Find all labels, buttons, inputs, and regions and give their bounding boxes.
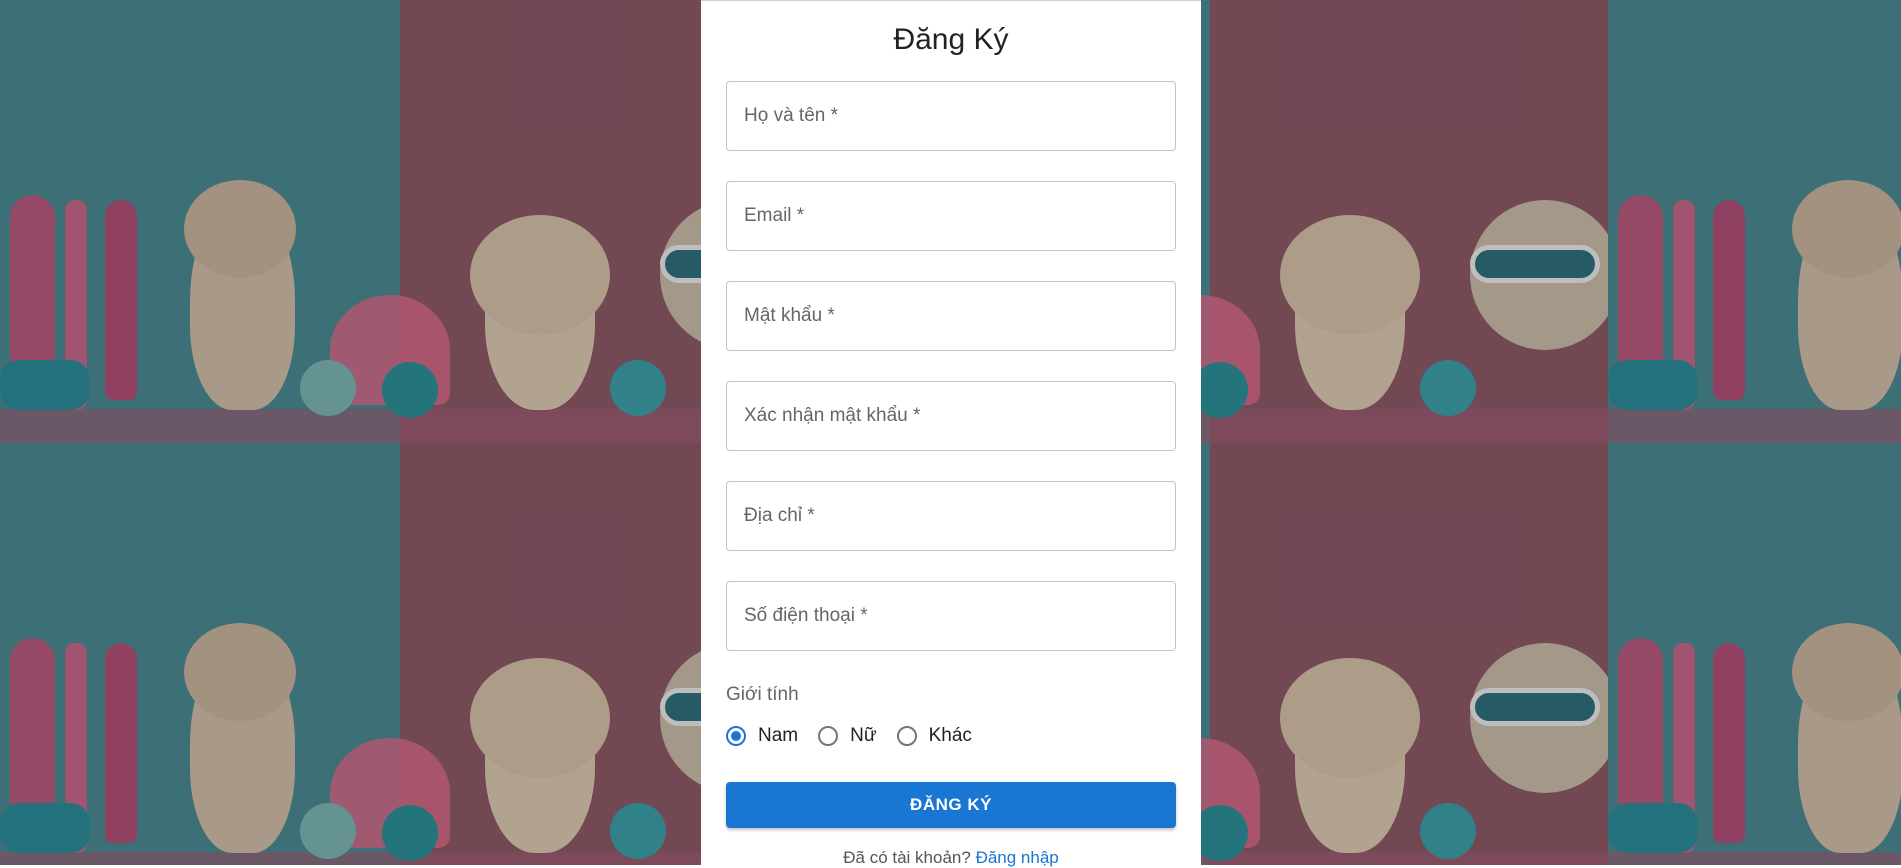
gender-option-male[interactable]: Nam: [726, 725, 798, 747]
full-name-input[interactable]: Họ và tên *: [726, 81, 1176, 151]
phone-label: Số điện thoại *: [744, 605, 868, 626]
password-input[interactable]: Mật khẩu *: [726, 281, 1176, 351]
radio-unchecked-icon[interactable]: [818, 726, 839, 746]
radio-unchecked-icon[interactable]: [896, 726, 917, 746]
radio-checked-icon[interactable]: [726, 726, 746, 746]
gender-option-label: Khác: [928, 725, 972, 746]
confirm-password-input[interactable]: Xác nhận mật khẩu *: [726, 381, 1176, 451]
register-button[interactable]: ĐĂNG KÝ: [726, 782, 1176, 828]
password-label: Mật khẩu *: [744, 305, 835, 326]
full-name-label: Họ và tên *: [744, 105, 838, 126]
gender-option-label: Nam: [758, 725, 799, 746]
login-prompt-row: Đã có tài khoản? Đăng nhập: [701, 848, 1201, 868]
gender-option-female[interactable]: Nữ: [818, 725, 877, 747]
confirm-password-label: Xác nhận mật khẩu *: [744, 405, 921, 426]
phone-input[interactable]: Số điện thoại *: [726, 581, 1176, 651]
address-input[interactable]: Địa chỉ *: [726, 481, 1176, 551]
gender-radio-group: Nam Nữ Khác: [726, 721, 992, 751]
address-label: Địa chỉ *: [744, 505, 815, 526]
email-label: Email *: [744, 205, 805, 226]
register-card: Đăng Ký Họ và tên * Email * Mật khẩu * X…: [701, 0, 1201, 868]
login-link[interactable]: Đăng nhập: [976, 848, 1059, 867]
gender-label: Giới tính: [726, 684, 799, 705]
login-prompt-text: Đã có tài khoản?: [843, 848, 971, 867]
gender-option-other[interactable]: Khác: [896, 725, 972, 747]
email-input[interactable]: Email *: [726, 181, 1176, 251]
gender-option-label: Nữ: [850, 725, 877, 746]
page-title: Đăng Ký: [893, 23, 1009, 56]
